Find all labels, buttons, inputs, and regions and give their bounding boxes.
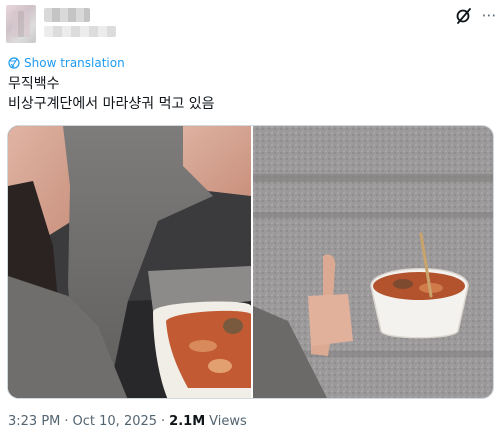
views-count: 2.1M xyxy=(169,414,206,429)
avatar[interactable] xyxy=(6,5,36,43)
author-name-blurred[interactable] xyxy=(44,8,90,22)
photo-left-image xyxy=(8,126,251,398)
show-translation-label: Show translation xyxy=(24,56,125,70)
views-label: Views xyxy=(209,414,247,429)
author-handle-blurred[interactable] xyxy=(44,26,116,37)
tweet-media xyxy=(7,125,494,399)
photo-right-image xyxy=(253,126,493,398)
grok-icon[interactable] xyxy=(455,7,473,25)
tweet-text-line2: 비상구계단에서 마라샹궈 먹고 있음 xyxy=(8,96,215,112)
tweet-date[interactable]: Oct 10, 2025 xyxy=(73,414,158,429)
footer-separator: · xyxy=(64,414,69,429)
tweet-header: ⋯ xyxy=(0,0,500,48)
photo-right[interactable] xyxy=(253,126,493,398)
show-translation-link[interactable]: Show translation xyxy=(8,54,125,72)
tweet-time[interactable]: 3:23 PM xyxy=(8,414,60,429)
globe-icon xyxy=(8,57,20,69)
tweet-text-line1: 무직백수 xyxy=(8,76,60,92)
tweet-footer: 3:23 PM · Oct 10, 2025 · 2.1M Views xyxy=(8,414,247,429)
more-icon[interactable]: ⋯ xyxy=(480,6,498,24)
photo-left[interactable] xyxy=(8,126,251,398)
footer-separator-2: · xyxy=(161,414,166,429)
